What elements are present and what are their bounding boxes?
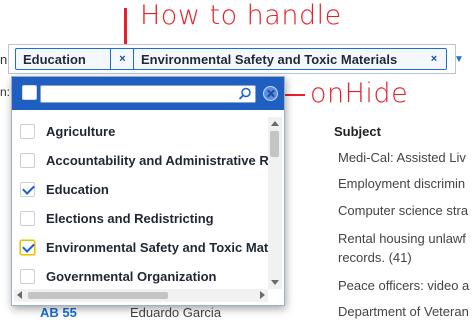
scroll-up-arrow-icon[interactable] xyxy=(271,121,279,126)
horizontal-scrollbar[interactable] xyxy=(14,289,268,302)
author-cell: Eduardo Garcia xyxy=(130,305,222,320)
scroll-left-arrow-icon[interactable] xyxy=(17,291,22,299)
bill-link[interactable]: AB 55 xyxy=(40,305,77,320)
option-checkbox[interactable] xyxy=(20,211,35,226)
tag-environmental-safety[interactable]: Environmental Safety and Toxic Materials… xyxy=(133,48,447,70)
option-list: Agriculture Accountability and Administr… xyxy=(12,117,268,287)
subject-cell: Employment discrimin xyxy=(338,176,466,191)
subject-cell: Medi-Cal: Assisted Liv xyxy=(338,150,466,165)
option-item[interactable]: Elections and Redistricting xyxy=(12,204,268,233)
vertical-scrollbar[interactable] xyxy=(268,117,282,289)
tag-remove-button[interactable]: × xyxy=(422,49,446,69)
option-checkbox[interactable] xyxy=(20,240,35,255)
option-checkbox[interactable] xyxy=(20,269,35,284)
option-label: Governmental Organization xyxy=(46,269,217,284)
multiselect-dropdown-panel: Agriculture Accountability and Administr… xyxy=(11,76,285,306)
annotation-onhide: onHide xyxy=(310,78,409,109)
option-item[interactable]: Accountability and Administrative Review xyxy=(12,146,268,175)
option-item[interactable]: Environmental Safety and Toxic Materials xyxy=(12,233,268,262)
tag-label: Environmental Safety and Toxic Materials xyxy=(141,51,398,67)
filter-input[interactable] xyxy=(40,85,256,103)
tag-label: Education xyxy=(23,51,86,67)
option-checkbox[interactable] xyxy=(20,124,35,139)
scroll-right-arrow-icon[interactable] xyxy=(260,291,265,299)
option-item[interactable]: Agriculture xyxy=(12,117,268,146)
subject-cell: Computer science stra xyxy=(338,203,469,218)
option-checkbox[interactable] xyxy=(20,182,35,197)
close-icon[interactable] xyxy=(263,86,278,101)
row-label: n: xyxy=(0,85,11,99)
subject-cell: Department of Veteran xyxy=(338,304,469,319)
subject-cell: records. (41) xyxy=(338,250,412,265)
scroll-thumb[interactable] xyxy=(270,131,279,157)
subject-cell: Peace officers: video a xyxy=(338,278,470,293)
subject-cell: Rental housing unlawf xyxy=(338,231,466,246)
annotation-how-to-handle: How to handle xyxy=(140,0,342,31)
annotation-line xyxy=(283,94,305,96)
annotation-line xyxy=(124,8,127,48)
option-label: Environmental Safety and Toxic Materials xyxy=(46,240,268,255)
option-label: Education xyxy=(46,182,109,197)
dropdown-toggle-button[interactable]: ▼ xyxy=(448,46,470,72)
screenshot-root: How to handle onHide n: Education × Envi… xyxy=(0,0,474,320)
subject-column-header: Subject xyxy=(334,124,381,139)
select-all-checkbox[interactable] xyxy=(22,85,37,100)
search-icon xyxy=(238,87,251,100)
scroll-down-arrow-icon[interactable] xyxy=(271,280,279,285)
chevron-down-icon: ▼ xyxy=(454,53,464,65)
multiselect-bar[interactable]: Education × Environmental Safety and Tox… xyxy=(8,44,456,74)
option-label: Elections and Redistricting xyxy=(46,211,214,226)
option-item[interactable]: Governmental Organization xyxy=(12,262,268,287)
option-item[interactable]: Education xyxy=(12,175,268,204)
scroll-thumb[interactable] xyxy=(28,292,168,299)
dropdown-header xyxy=(12,77,284,110)
tag-remove-button[interactable]: × xyxy=(110,49,134,69)
option-label: Agriculture xyxy=(46,124,116,139)
option-checkbox[interactable] xyxy=(20,153,35,168)
option-label: Accountability and Administrative Review xyxy=(46,153,268,168)
tag-education[interactable]: Education × xyxy=(15,48,135,70)
